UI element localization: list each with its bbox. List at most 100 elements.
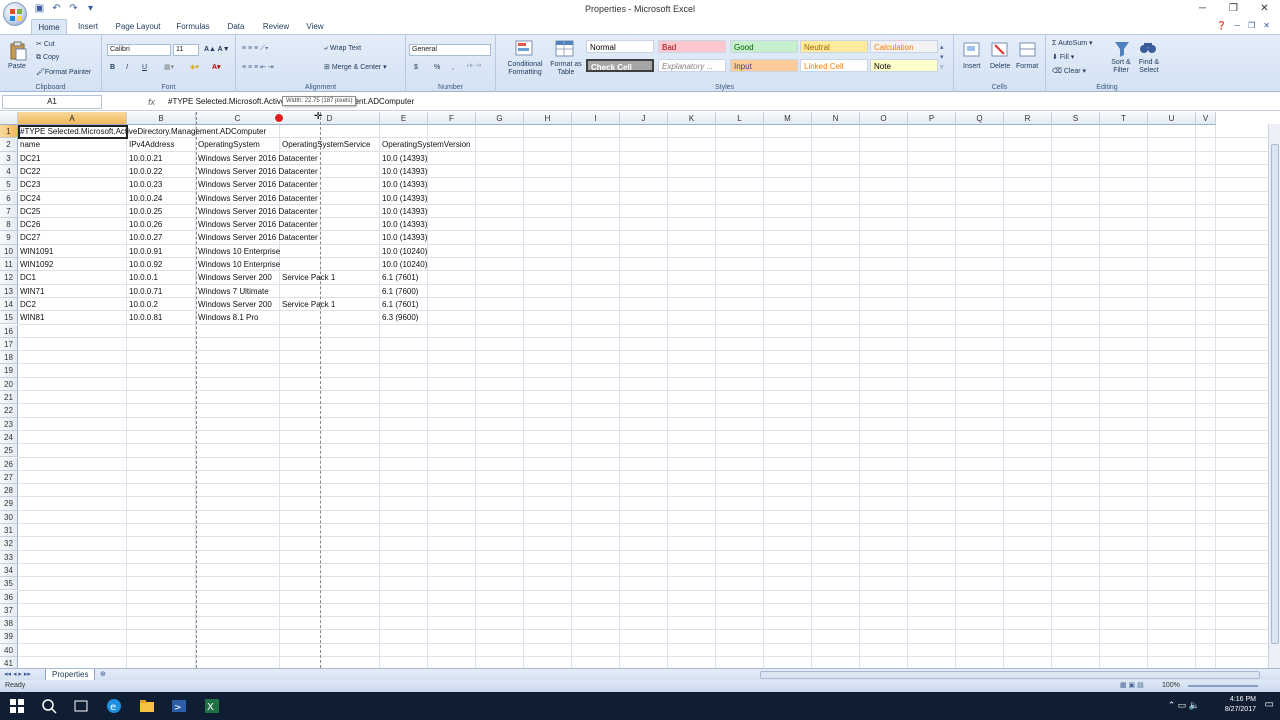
- horizontal-scrollbar[interactable]: [760, 671, 1260, 679]
- edge-browser-icon[interactable]: e: [105, 697, 123, 715]
- row-header[interactable]: 2: [0, 138, 18, 152]
- cell[interactable]: DC25: [18, 205, 40, 218]
- font-size-select[interactable]: 11: [173, 44, 199, 56]
- column-header-r[interactable]: R: [1004, 112, 1052, 125]
- cell[interactable]: Windows 8.1 Pro: [196, 311, 258, 324]
- cell[interactable]: 10.0.0.23: [127, 178, 162, 191]
- insert-button[interactable]: Insert: [963, 62, 981, 72]
- cell[interactable]: OperatingSystemService: [280, 138, 370, 151]
- tab-view[interactable]: View: [302, 19, 328, 34]
- tab-home[interactable]: Home: [31, 19, 67, 34]
- row-header[interactable]: 31: [0, 524, 18, 538]
- row-header[interactable]: 41: [0, 657, 18, 668]
- fill-color-icon[interactable]: ◈▾: [190, 63, 199, 73]
- row-header[interactable]: 7: [0, 204, 18, 219]
- vertical-scrollbar[interactable]: [1268, 124, 1280, 668]
- currency-button[interactable]: $: [414, 63, 418, 73]
- row-header[interactable]: 36: [0, 590, 18, 604]
- cell[interactable]: IPv4Address: [127, 138, 174, 151]
- row-header[interactable]: 8: [0, 218, 18, 232]
- row-header[interactable]: 22: [0, 404, 18, 418]
- column-header-b[interactable]: B: [127, 112, 196, 125]
- start-icon[interactable]: [8, 697, 26, 715]
- style-note[interactable]: Note: [870, 59, 938, 72]
- cell[interactable]: OperatingSystem: [196, 138, 260, 151]
- row-header[interactable]: 34: [0, 563, 18, 578]
- grow-font-icon[interactable]: A▲ A▼: [204, 45, 230, 55]
- cell[interactable]: Windows Server 2016 Datacenter: [196, 192, 318, 205]
- find-select-icon[interactable]: [1138, 39, 1158, 59]
- row-header[interactable]: 37: [0, 603, 18, 618]
- row-header[interactable]: 21: [0, 391, 18, 405]
- cell[interactable]: Windows Server 200: [196, 298, 272, 311]
- cell[interactable]: 10.0.0.25: [127, 205, 162, 218]
- column-header-l[interactable]: L: [716, 112, 764, 125]
- file-explorer-icon[interactable]: [138, 697, 156, 715]
- cell[interactable]: WIN81: [18, 311, 44, 324]
- font-name-select[interactable]: Calibri: [107, 44, 171, 56]
- row-header[interactable]: 29: [0, 497, 18, 511]
- tray-icons[interactable]: ⌃ ▭ 🔈: [1168, 700, 1200, 711]
- row-header[interactable]: 16: [0, 324, 18, 338]
- delete-cells-icon[interactable]: [990, 39, 1010, 59]
- conditional-formatting-icon[interactable]: [514, 39, 536, 59]
- cell[interactable]: 10.0.0.22: [127, 165, 162, 178]
- format-as-table-button[interactable]: Format as Table: [548, 61, 584, 77]
- cell[interactable]: 10.0 (14393): [380, 192, 427, 205]
- style-calculation[interactable]: Calculation: [870, 40, 938, 53]
- cell[interactable]: Windows Server 2016 Datacenter: [196, 218, 318, 231]
- cell[interactable]: 10.0.0.21: [127, 152, 162, 165]
- search-icon[interactable]: [40, 697, 58, 715]
- cell[interactable]: 10.0 (10240): [380, 245, 427, 258]
- row-header[interactable]: 19: [0, 364, 18, 378]
- select-all-corner[interactable]: [0, 112, 18, 125]
- underline-button[interactable]: U: [142, 63, 147, 73]
- minimize-icon[interactable]: ─: [1187, 0, 1218, 18]
- excel-taskbar-icon[interactable]: X: [203, 697, 221, 715]
- cell[interactable]: Windows Server 2016 Datacenter: [196, 178, 318, 191]
- cell[interactable]: Windows Server 2016 Datacenter: [196, 231, 318, 244]
- insert-function-icon[interactable]: fx: [108, 95, 163, 109]
- sort-filter-icon[interactable]: [1112, 39, 1132, 59]
- style-normal[interactable]: Normal: [586, 40, 654, 53]
- row-header[interactable]: 40: [0, 643, 18, 657]
- row-header[interactable]: 33: [0, 550, 18, 564]
- column-header-q[interactable]: Q: [956, 112, 1004, 125]
- row-header[interactable]: 9: [0, 231, 18, 245]
- row-header[interactable]: 38: [0, 617, 18, 631]
- row-header[interactable]: 32: [0, 537, 18, 551]
- tab-insert[interactable]: Insert: [72, 19, 104, 34]
- column-header-k[interactable]: K: [668, 112, 716, 125]
- styles-scroll-icon[interactable]: ▴ ▾ ▿: [940, 43, 944, 73]
- font-color-icon[interactable]: A▾: [212, 63, 221, 73]
- format-as-table-icon[interactable]: [554, 39, 576, 59]
- row-header[interactable]: 1: [0, 125, 18, 139]
- style-explanatory[interactable]: Explanatory ...: [658, 59, 726, 72]
- column-header-u[interactable]: U: [1148, 112, 1196, 125]
- cell[interactable]: 10.0.0.24: [127, 192, 162, 205]
- restore-icon[interactable]: ❐: [1218, 0, 1249, 18]
- cell[interactable]: name: [18, 138, 40, 151]
- row-header[interactable]: 27: [0, 470, 18, 485]
- format-painter-button[interactable]: 🖌Format Painter: [36, 68, 91, 78]
- cell[interactable]: DC21: [18, 152, 40, 165]
- cell[interactable]: 10.0.0.92: [127, 258, 162, 271]
- tab-data[interactable]: Data: [222, 19, 250, 34]
- style-linked-cell[interactable]: Linked Cell: [800, 59, 868, 72]
- percent-button[interactable]: %: [434, 63, 440, 73]
- cell[interactable]: DC23: [18, 178, 40, 191]
- cell[interactable]: DC22: [18, 165, 40, 178]
- cell[interactable]: DC2: [18, 298, 36, 311]
- column-header-m[interactable]: M: [764, 112, 812, 125]
- fill-button[interactable]: ⬇ Fill ▾: [1052, 53, 1074, 63]
- doc-restore-icon[interactable]: ❐: [1248, 21, 1255, 30]
- row-header[interactable]: 13: [0, 284, 18, 298]
- cell[interactable]: 10.0.0.81: [127, 311, 162, 324]
- cell[interactable]: 6.1 (7600): [380, 285, 418, 298]
- row-header[interactable]: 20: [0, 377, 18, 391]
- column-header-c[interactable]: C: [196, 112, 280, 125]
- sheet-nav-icons[interactable]: ◂◂ ◂ ▸ ▸▸: [4, 670, 31, 680]
- column-header-n[interactable]: N: [812, 112, 860, 125]
- cell[interactable]: OperatingSystemVersion: [380, 138, 471, 151]
- align-horizontal-icons[interactable]: ≡ ≡ ≡ ⇤ ⇥: [242, 63, 274, 73]
